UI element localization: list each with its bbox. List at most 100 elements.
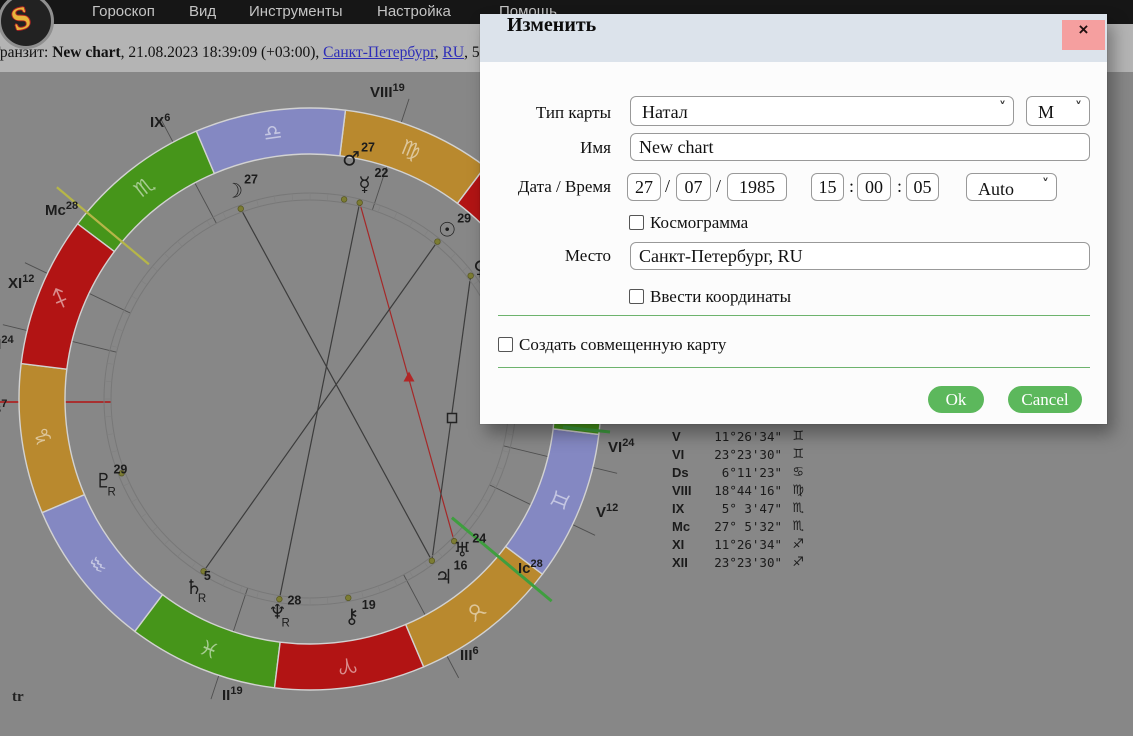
enter-coordinates-label: Ввести координаты [650, 287, 791, 307]
house-degrees: 6°11'23" [708, 465, 782, 480]
ok-button[interactable]: Ok [928, 386, 984, 413]
house-cusp-line [490, 485, 596, 535]
house-label-VIII: VIII19 [370, 82, 405, 101]
chiron-degree-label: 19 [362, 598, 376, 612]
pluto-degree-label: 29 [113, 462, 127, 476]
second-input[interactable] [906, 173, 939, 201]
moon-position-dot [238, 206, 244, 212]
house-degrees: 5° 3'47" [708, 501, 782, 516]
sun-position-dot [435, 239, 441, 245]
neptune-planet-icon: ♆ [269, 600, 287, 624]
menu-item-2[interactable]: Вид [189, 3, 216, 20]
house-label-XII: XII24 [0, 334, 14, 353]
saturn-planet-icon: ♄ [185, 575, 203, 599]
cancel-button[interactable]: Cancel [1008, 386, 1082, 413]
house-row-Ds: Ds 6°11'23"♋ [672, 463, 804, 481]
zodiac-sign-icon: ♐ [782, 537, 804, 552]
menu-item-3[interactable]: Инструменты [249, 3, 343, 20]
chevron-down-icon: ˅ [1075, 100, 1082, 116]
house-label-III: III6 [460, 645, 479, 664]
zodiac-sign-icon: ♋ [782, 465, 804, 480]
minute-input[interactable] [857, 173, 891, 201]
zodiac-sign-icon: ♊ [782, 429, 804, 444]
separator [498, 315, 1090, 316]
mars-planet-icon: ♂ [342, 146, 360, 170]
status-place-link[interactable]: Санкт-Петербург [323, 44, 435, 61]
venus-position-dot [468, 273, 474, 279]
aries-sign-icon: ♈ [336, 652, 358, 678]
sun-planet-icon: ☉ [438, 218, 456, 242]
square-aspect-icon [448, 414, 457, 423]
timezone-value: Auto [978, 176, 1014, 202]
menu-item-4[interactable]: Настройка [377, 3, 451, 20]
datetime-label: Дата / Время [496, 177, 611, 197]
status-chart-name: New chart [52, 44, 120, 61]
zodiac-segment-taurus [406, 546, 543, 666]
date-separator: / [716, 176, 721, 197]
time-separator: : [849, 176, 854, 197]
ds-axis-line [563, 427, 610, 432]
house-label: V [672, 429, 708, 444]
mercury-degree-label: 22 [374, 166, 388, 180]
zodiac-sign-icon: ♏ [782, 519, 804, 534]
sun-degree-label: 29 [457, 212, 471, 226]
house-row-VI: VI23°23'30"♊ [672, 445, 804, 463]
inner-circle [111, 200, 509, 598]
virgo-sign-icon: ♍ [398, 135, 424, 164]
chart-status-line: Транзит: New chart, 21.08.2023 18:39:09 … [0, 44, 480, 62]
saturn-degree-label: 5 [204, 569, 211, 583]
house-row-V: V11°26'34"♊ [672, 427, 804, 445]
house-label-IX: IX6 [150, 112, 170, 131]
zodiac-segment-gemini [506, 429, 599, 574]
chart-type-select[interactable]: Натал ˅ [630, 96, 1014, 126]
house-label: VIII [672, 483, 708, 498]
dialog-title: Изменить [507, 14, 596, 37]
cosmogram-checkbox[interactable] [629, 215, 644, 230]
house-row-VIII: VIII18°44'16"♍ [672, 481, 804, 499]
mercury-planet-icon: ☿ [358, 172, 370, 196]
saturn-retrograde-label: R [198, 593, 206, 605]
month-input[interactable] [676, 173, 711, 201]
status-country-link[interactable]: RU [443, 44, 465, 61]
close-icon[interactable]: × [1062, 20, 1105, 50]
jupiter-degree-label: 16 [454, 558, 468, 572]
chiron-planet-icon: ⚷ [344, 604, 359, 628]
transit-mode-label: tr [12, 689, 24, 706]
scorpio-sign-icon: ♏ [130, 172, 160, 203]
gender-select[interactable]: M ˅ [1026, 96, 1090, 126]
mars-degree-label: 27 [361, 140, 375, 154]
zodiac-segment-aquarius [42, 495, 162, 632]
gemini-sign-icon: ♊ [545, 487, 574, 513]
combined-chart-checkbox[interactable] [498, 337, 513, 352]
timezone-select[interactable]: Auto ˅ [966, 173, 1057, 201]
place-input[interactable] [630, 242, 1090, 270]
dialog-header: Изменить × [480, 14, 1107, 62]
aspect-line [204, 242, 438, 572]
taurus-sign-icon: ♉ [461, 596, 491, 627]
pluto-position-dot [119, 470, 125, 476]
zodiac-sign-icon: ♊ [782, 447, 804, 462]
house-degrees: 23°23'30" [708, 447, 782, 462]
day-input[interactable] [627, 173, 661, 201]
house-label: Ds [672, 465, 708, 480]
hour-input[interactable] [811, 173, 844, 201]
house-label-As: As7 [0, 398, 7, 417]
place-label: Место [496, 246, 611, 266]
house-cusp-line [25, 263, 131, 313]
trine-aspect-icon [404, 372, 415, 382]
house-label-Mc: Mc28 [45, 200, 78, 219]
menu-item-1[interactable]: Гороскоп [92, 3, 155, 20]
year-input[interactable] [727, 173, 787, 201]
chiron-position-dot [345, 595, 351, 601]
name-input[interactable] [630, 133, 1090, 161]
edit-chart-dialog: Изменить × Тип карты Натал ˅ M ˅ Имя Дат… [480, 14, 1107, 424]
combined-chart-label: Создать совмещенную карту [519, 335, 726, 355]
enter-coordinates-checkbox[interactable] [629, 289, 644, 304]
name-label: Имя [496, 138, 611, 158]
house-label-II: II19 [222, 685, 243, 704]
house-cusp-table: V11°26'34"♊VI23°23'30"♊Ds 6°11'23"♋VIII1… [672, 427, 804, 571]
chart-type-label: Тип карты [496, 103, 611, 123]
house-cusp-line [211, 588, 248, 699]
jupiter-position-dot [429, 558, 435, 564]
jupiter-planet-icon: ♃ [435, 564, 453, 588]
